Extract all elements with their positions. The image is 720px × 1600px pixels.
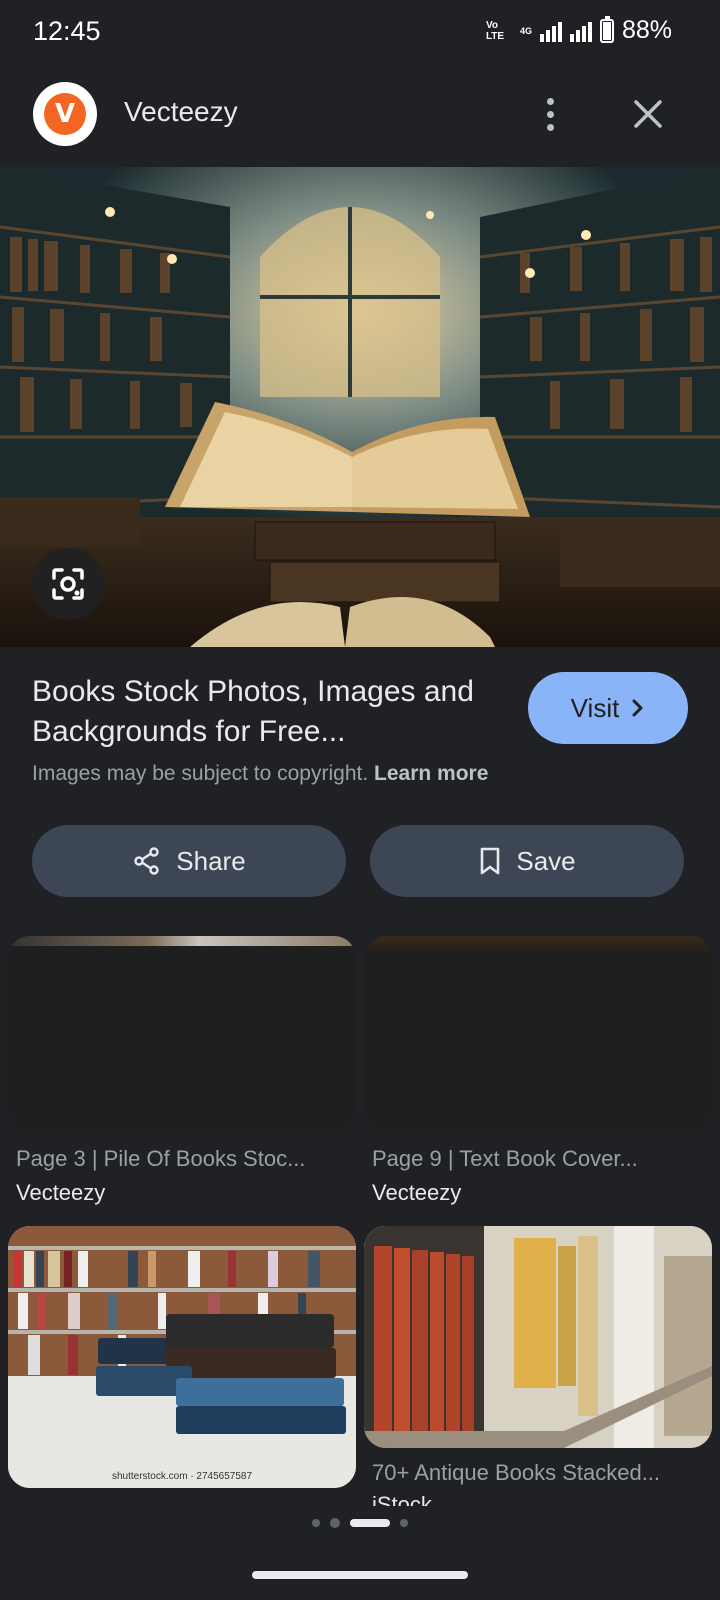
signal-icon-2 [569,20,592,42]
result-title[interactable]: Books Stock Photos, Images and Backgroun… [32,672,492,752]
related-source: Vecteezy [16,1180,106,1205]
status-indicators: Vo LTE 4G 88% [485,15,672,45]
more-vert-icon[interactable] [530,92,570,136]
site-name[interactable]: Vecteezy [124,96,238,128]
network-type: 4G [519,25,532,36]
related-title[interactable]: 70+ Antique Books Stacked... [372,1460,712,1486]
chevron-right-icon [632,699,643,717]
share-icon [134,847,159,875]
site-logo[interactable]: V [33,82,97,146]
related-thumbnail[interactable] [364,1226,712,1448]
related-title[interactable]: Page 9 | Text Book Cover... [372,1146,712,1172]
shutterstock-watermark: shutterstock.com · 2745657587 [112,1471,253,1482]
home-indicator[interactable] [252,1571,468,1579]
save-label: Save [516,845,576,876]
close-icon[interactable] [628,94,668,134]
battery-percent: 88% [621,16,672,44]
share-button[interactable]: Share [32,825,346,897]
vecteezy-logo-icon: V [44,93,86,135]
lens-icon[interactable] [32,548,104,620]
volte-indicator: Vo LTE [485,19,505,42]
related-thumbnail[interactable] [364,936,712,1130]
copyright-text: Images may be subject to copyright. [32,762,369,785]
related-title[interactable]: Page 3 | Pile Of Books Stoc... [16,1146,356,1172]
related-thumbnail[interactable] [8,936,356,1130]
copyright-notice: Images may be subject to copyright. Lear… [32,762,488,786]
learn-more-link[interactable]: Learn more [374,762,488,785]
source-header: V Vecteezy [0,80,720,148]
visit-button[interactable]: Visit [528,672,688,744]
battery-icon [599,15,614,43]
status-bar: 12:45 Vo LTE 4G 88% [0,0,720,66]
visit-label: Visit [570,692,620,723]
related-source: Vecteezy [372,1180,462,1205]
bookmark-icon [481,847,500,875]
main-image[interactable] [0,167,720,647]
share-label: Share [176,845,246,876]
signal-icon [539,20,562,42]
related-source: iStock [372,1492,432,1506]
save-button[interactable]: Save [370,825,684,897]
status-time: 12:45 [33,16,101,46]
related-thumbnail[interactable]: shutterstock.com · 2745657587 [8,1226,356,1488]
page-indicator [0,1518,720,1528]
